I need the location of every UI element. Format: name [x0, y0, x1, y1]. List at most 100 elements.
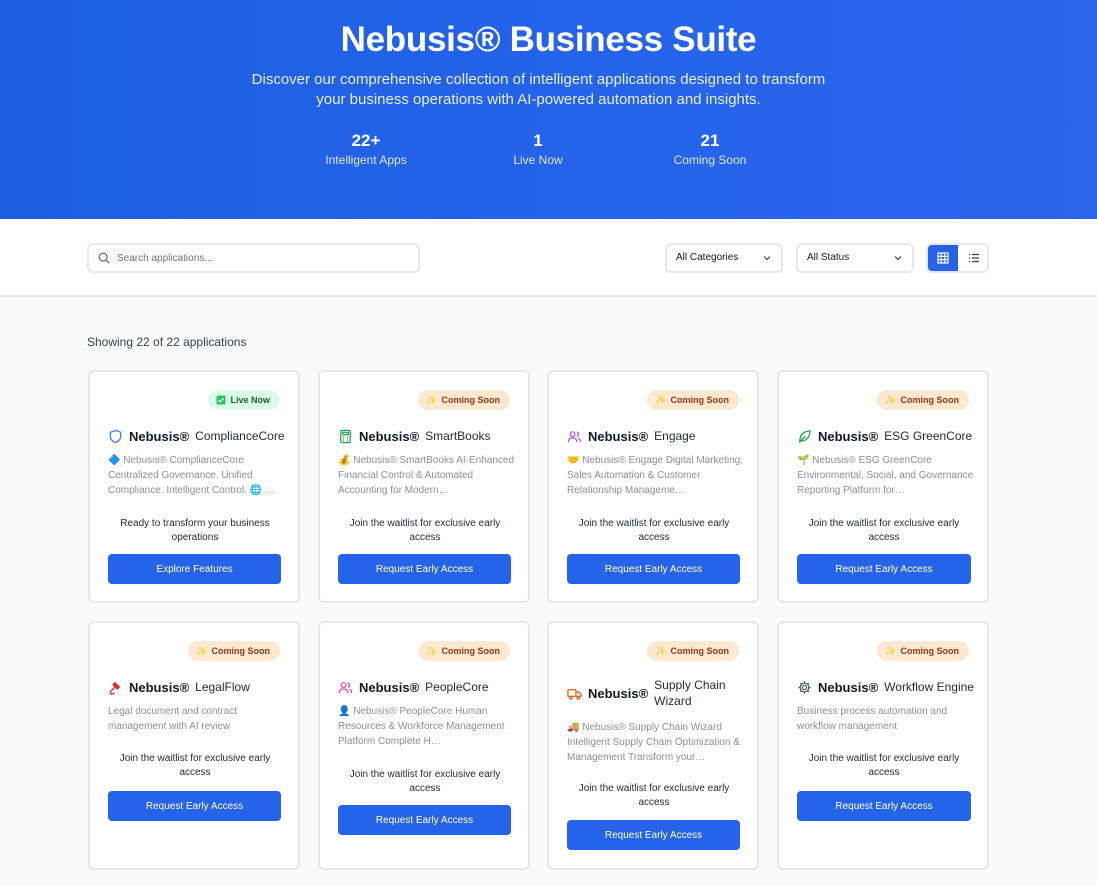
- chevron-down-icon: [894, 256, 902, 261]
- check-square-icon: [216, 395, 226, 405]
- request-early-access-button[interactable]: Request Early Access: [797, 554, 971, 584]
- gavel-icon: [109, 681, 121, 694]
- app-cta-text: Join the waitlist for exclusive early ac…: [578, 518, 730, 543]
- app-brand: Nebusis®: [359, 428, 420, 444]
- app-card-esg-greencore: ✨ Coming Soon Nebusis® ESG GreenCore 🌱 N…: [777, 370, 989, 603]
- status-select-value: All Status: [807, 252, 850, 263]
- status-select[interactable]: All Status: [796, 243, 914, 273]
- status-badge: ✨ Coming Soon: [877, 641, 969, 661]
- status-badge-label: Coming Soon: [211, 646, 271, 656]
- explore-features-button[interactable]: Explore Features: [108, 554, 281, 584]
- app-cta-text: Join the waitlist for exclusive early ac…: [349, 769, 501, 794]
- app-name: ComplianceCore: [195, 429, 285, 443]
- request-early-access-button[interactable]: Request Early Access: [108, 791, 281, 821]
- app-brand: Nebusis®: [359, 679, 420, 695]
- sparkle-icon: ✨: [196, 645, 208, 656]
- list-view-button[interactable]: [959, 245, 987, 271]
- app-name: SmartBooks: [425, 429, 491, 443]
- app-brand: Nebusis®: [129, 428, 190, 444]
- stat-value: 22+: [351, 131, 381, 150]
- app-name: ESG GreenCore: [884, 429, 973, 443]
- app-name: Workflow Engine: [884, 680, 974, 694]
- shield-icon: [109, 429, 122, 443]
- status-badge: Live Now: [208, 390, 280, 410]
- app-description: Business process automation and workflow…: [797, 706, 948, 732]
- app-cta-text: Join the waitlist for exclusive early ac…: [349, 518, 501, 543]
- filter-toolbar: All Categories All Status: [0, 219, 1097, 297]
- stat-coming-soon: 21 Coming Soon: [630, 131, 790, 167]
- grid-view-button[interactable]: [928, 245, 958, 271]
- app-description: 🚚 Nebusis® Supply Chain Wizard Intellige…: [567, 722, 740, 763]
- search-input[interactable]: [117, 248, 407, 268]
- category-select-value: All Categories: [676, 252, 739, 263]
- stat-value: 21: [700, 131, 720, 150]
- stat-intelligent-apps: 22+ Intelligent Apps: [286, 131, 446, 167]
- view-toggle: [926, 243, 989, 273]
- stat-value: 1: [533, 131, 543, 150]
- app-title: Nebusis® LegalFlow: [108, 679, 290, 695]
- app-title: Nebusis® SmartBooks: [338, 428, 520, 444]
- page-title: Nebusis® Business Suite: [340, 20, 757, 59]
- app-card-engage: ✨ Coming Soon Nebusis® Engage 🤝 Nebusis®…: [547, 370, 759, 603]
- app-description: Legal document and contract management w…: [108, 706, 237, 732]
- app-cta-text: Ready to transform your business operati…: [120, 518, 270, 543]
- calculator-icon: [340, 429, 351, 443]
- app-card-workflow-engine: ✨ Coming Soon Nebusis® Workflow Engine B…: [777, 621, 989, 870]
- app-title: Nebusis® PeopleCore: [338, 679, 520, 695]
- sparkle-icon: ✨: [655, 394, 667, 405]
- request-early-access-button[interactable]: Request Early Access: [567, 554, 740, 584]
- request-early-access-button[interactable]: Request Early Access: [567, 820, 740, 850]
- search-icon: [98, 252, 110, 264]
- app-card-compliancecore: Live Now Nebusis® ComplianceCore 🔷 Nebus…: [88, 370, 300, 603]
- stat-label: Live Now: [513, 153, 563, 167]
- status-badge-label: Coming Soon: [900, 395, 960, 405]
- search-box[interactable]: [87, 243, 420, 273]
- status-badge-label: Coming Soon: [670, 395, 730, 405]
- hero-banner: Nebusis® Business Suite Discover our com…: [0, 0, 1097, 219]
- users-icon: [338, 681, 353, 693]
- app-title: Nebusis® Supply Chain Wizard: [567, 677, 749, 709]
- truck-icon: [567, 688, 582, 700]
- chevron-down-icon: [763, 256, 771, 261]
- app-title: Nebusis® ESG GreenCore: [797, 428, 979, 444]
- stat-label: Coming Soon: [673, 153, 747, 167]
- sparkle-icon: ✨: [885, 394, 897, 405]
- app-card-peoplecore: ✨ Coming Soon Nebusis® PeopleCore 👤 Nebu…: [318, 621, 530, 870]
- app-cta-text: Join the waitlist for exclusive early ac…: [808, 753, 960, 778]
- app-description: 👤 Nebusis® PeopleCore Human Resources & …: [338, 706, 505, 747]
- app-brand: Nebusis®: [588, 428, 649, 444]
- status-badge-label: Coming Soon: [900, 646, 960, 656]
- status-badge: ✨ Coming Soon: [418, 390, 510, 410]
- cog-icon: [798, 680, 811, 694]
- app-description: 🌱 Nebusis® ESG GreenCore Environmental, …: [797, 455, 974, 496]
- status-badge-label: Coming Soon: [441, 646, 501, 656]
- status-badge-label: Coming Soon: [441, 395, 501, 405]
- sparkle-icon: ✨: [885, 645, 897, 656]
- status-badge: ✨ Coming Soon: [188, 641, 280, 661]
- category-select[interactable]: All Categories: [665, 243, 783, 273]
- app-name: Engage: [654, 429, 696, 443]
- list-icon: [969, 253, 979, 263]
- app-cta-text: Join the waitlist for exclusive early ac…: [119, 753, 271, 778]
- app-cta-text: Join the waitlist for exclusive early ac…: [808, 518, 960, 543]
- request-early-access-button[interactable]: Request Early Access: [797, 791, 971, 821]
- app-brand: Nebusis®: [818, 679, 879, 695]
- app-card-supply-chain-wizard: ✨ Coming Soon Nebusis® Supply Chain Wiza…: [547, 621, 759, 870]
- app-description: 🔷 Nebusis® ComplianceCore Centralized Go…: [108, 455, 275, 496]
- status-badge: ✨ Coming Soon: [877, 390, 969, 410]
- grid-icon: [937, 252, 949, 264]
- request-early-access-button[interactable]: Request Early Access: [338, 554, 511, 584]
- request-early-access-button[interactable]: Request Early Access: [338, 805, 511, 835]
- results-count: Showing 22 of 22 applications: [87, 335, 247, 349]
- app-card-legalflow: ✨ Coming Soon Nebusis® LegalFlow Legal d…: [88, 621, 300, 870]
- sparkle-icon: ✨: [655, 645, 667, 656]
- status-badge: ✨ Coming Soon: [647, 390, 739, 410]
- status-badge: ✨ Coming Soon: [418, 641, 510, 661]
- app-title: Nebusis® ComplianceCore: [108, 428, 290, 444]
- app-description: 🤝 Nebusis® Engage Digital Marketing, Sal…: [567, 455, 744, 496]
- status-badge-label: Live Now: [230, 395, 270, 405]
- status-badge-label: Coming Soon: [670, 646, 730, 656]
- leaf-icon: [798, 429, 811, 443]
- app-description: 💰 Nebusis® SmartBooks AI-Enhanced Financ…: [338, 455, 515, 496]
- app-brand: Nebusis®: [588, 685, 649, 701]
